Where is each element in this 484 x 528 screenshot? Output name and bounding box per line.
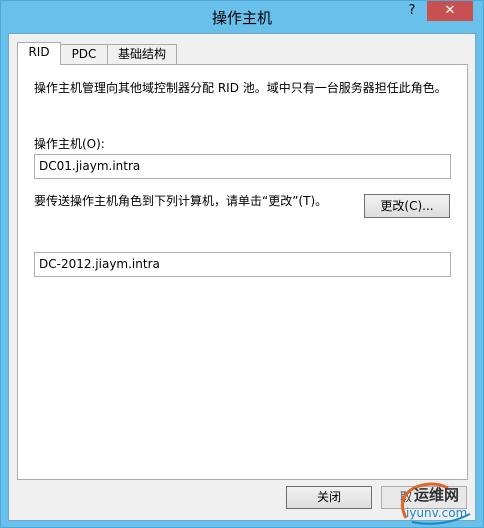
change-button[interactable]: 更改(C)...	[364, 194, 450, 218]
help-button[interactable]: ?	[399, 1, 425, 21]
owner-label: 操作主机(O):	[34, 137, 105, 151]
tab-infrastructure[interactable]: 基础结构	[107, 44, 177, 64]
tab-pdc[interactable]: PDC	[60, 44, 108, 64]
dialog-window: 操作主机 ? ✕ RID PDC 基础结构 操作主机管理向其他域控制器分配 RI…	[0, 0, 484, 528]
current-owner-field[interactable]: DC01.jiaym.intra	[34, 154, 451, 179]
close-button[interactable]: 关闭	[286, 486, 372, 509]
transfer-instruction: 要传送操作主机角色到下列计算机，请单击“更改”(T)。	[34, 194, 328, 208]
watermark-url: iyunv.com	[406, 506, 468, 520]
target-computer-field[interactable]: DC-2012.jiaym.intra	[34, 252, 451, 277]
rid-tab-panel: 操作主机管理向其他域控制器分配 RID 池。域中只有一台服务器担任此角色。 操作…	[17, 64, 468, 480]
title-bar[interactable]: 操作主机 ? ✕	[1, 1, 483, 33]
role-description: 操作主机管理向其他域控制器分配 RID 池。域中只有一台服务器担任此角色。	[34, 81, 447, 95]
site-watermark: 运维网 iyunv.com	[392, 478, 482, 526]
watermark-title: 运维网	[414, 486, 460, 504]
tab-rid[interactable]: RID	[17, 42, 61, 65]
dialog-client-area: RID PDC 基础结构 操作主机管理向其他域控制器分配 RID 池。域中只有一…	[8, 33, 476, 521]
close-window-button[interactable]: ✕	[427, 1, 473, 21]
